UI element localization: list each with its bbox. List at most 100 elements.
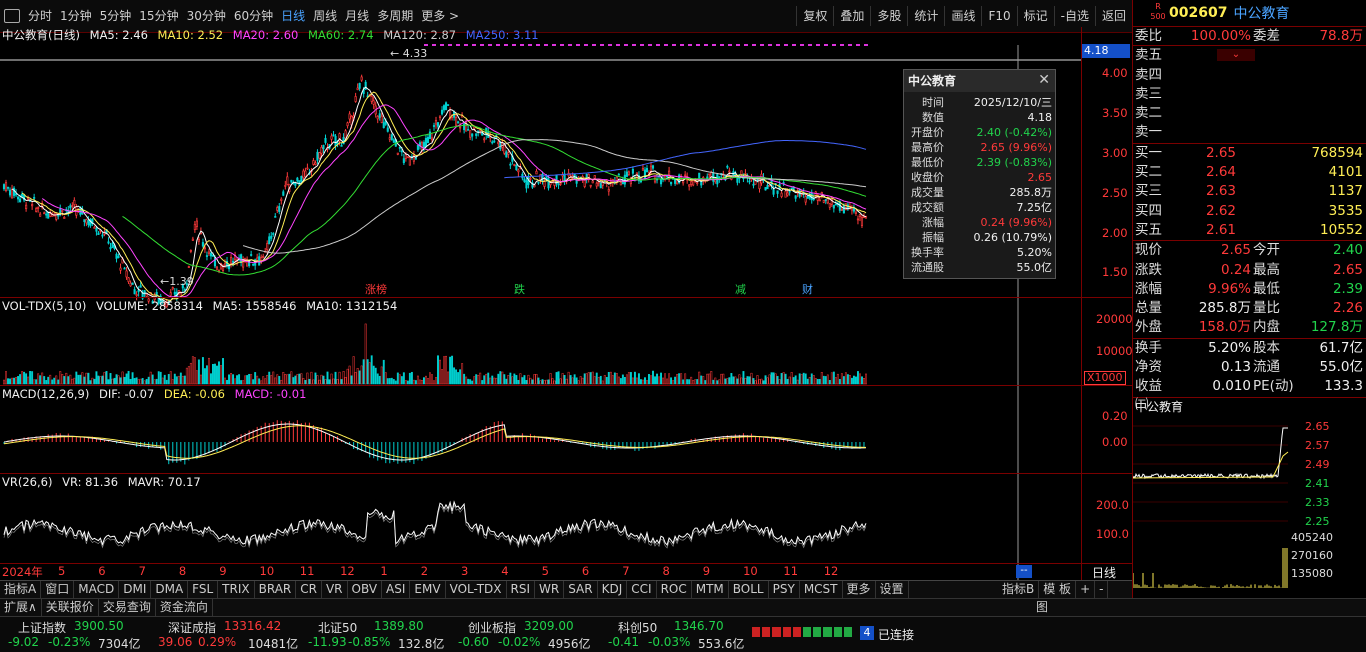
volume-bar <box>145 379 148 385</box>
index-name[interactable]: 科创50 <box>618 619 657 636</box>
index-name[interactable]: 深证成指 <box>168 619 216 636</box>
chart-tool-button[interactable]: 叠加 <box>833 6 870 26</box>
index-name[interactable]: 创业板指 <box>468 619 516 636</box>
chart-tool-button[interactable]: 返回 <box>1094 6 1132 26</box>
period-tab[interactable]: 更多 > <box>417 6 463 26</box>
indicator-tab[interactable]: 窗口 <box>41 581 75 598</box>
period-tab[interactable]: 分时 <box>24 6 56 26</box>
period-tab[interactable]: 5分钟 <box>96 6 136 26</box>
bottom-tab[interactable]: 交易查询 <box>99 599 156 616</box>
indicator-tab[interactable]: VR <box>322 581 348 598</box>
indicator-tab[interactable]: CCI <box>627 581 657 598</box>
volume-bar <box>9 378 11 385</box>
indicator-tab[interactable]: SAR <box>564 581 598 598</box>
indicator-tab[interactable]: DMA <box>151 581 189 598</box>
period-tab[interactable]: 15分钟 <box>135 6 182 26</box>
indicator-tab[interactable]: OBV <box>348 581 383 598</box>
chart-tool-button[interactable]: 统计 <box>907 6 944 26</box>
bottom-tab[interactable]: 关联报价 <box>42 599 99 616</box>
period-tab[interactable]: 60分钟 <box>230 6 277 26</box>
menu-square-icon[interactable] <box>4 9 20 23</box>
indicator-tab[interactable]: DMI <box>119 581 152 598</box>
volume-bar <box>794 375 797 385</box>
candle-body <box>312 160 315 165</box>
volume-bar <box>668 373 671 385</box>
signal-dot <box>768 44 772 46</box>
index-name[interactable]: 北证50 <box>318 619 357 636</box>
volume-bar <box>181 375 184 385</box>
volume-bar <box>650 375 652 385</box>
indicator-tab[interactable]: TRIX <box>218 581 255 598</box>
indicator-tab[interactable]: MCST <box>800 581 843 598</box>
period-tab[interactable]: 多周期 <box>373 6 417 26</box>
volume-bar <box>41 372 44 385</box>
chart-tool-button[interactable]: 复权 <box>796 6 833 26</box>
candle-body <box>583 179 586 187</box>
volume-bar <box>332 378 335 385</box>
indicator-tab[interactable]: WR <box>535 581 565 598</box>
indicator-right-button[interactable]: 模 板 <box>1039 581 1077 598</box>
candle-body <box>670 181 673 185</box>
indicator-tab[interactable]: BRAR <box>255 581 297 598</box>
period-tab[interactable]: 日线 <box>277 6 309 26</box>
period-tab[interactable]: 周线 <box>309 6 341 26</box>
bottom-right-label[interactable]: 图 <box>1032 599 1052 616</box>
volume-bar <box>71 378 74 385</box>
chart-tool-button[interactable]: F10 <box>981 6 1016 26</box>
candle-body <box>559 183 562 185</box>
index-name[interactable]: 上证指数 <box>18 619 66 636</box>
chart-tool-button[interactable]: 画线 <box>944 6 981 26</box>
period-tab[interactable]: 月线 <box>341 6 373 26</box>
indicator-tab[interactable]: PSY <box>769 581 800 598</box>
candle-body <box>256 257 259 261</box>
signal-dot <box>720 44 724 46</box>
chart-tool-button[interactable]: 标记 <box>1016 6 1054 26</box>
close-icon[interactable]: ✕ <box>1038 72 1050 88</box>
indicator-right-button[interactable]: - <box>1095 581 1109 598</box>
indicator-right-button[interactable]: 指标B <box>998 581 1040 598</box>
volume-bar <box>205 365 208 385</box>
volume-bar <box>589 372 592 385</box>
period-tab[interactable]: 1分钟 <box>56 6 96 26</box>
candle-body <box>463 123 466 131</box>
candle-body <box>440 109 444 115</box>
volume-bar <box>364 323 367 385</box>
macd-dea: DEA: -0.06 <box>163 387 225 401</box>
volume-bar <box>429 372 431 385</box>
volume-bar <box>382 359 385 385</box>
tooltip-key: 振幅 <box>922 231 944 244</box>
volume-bar <box>294 375 297 385</box>
scroll-marker[interactable]: -- <box>1016 565 1032 578</box>
volume-bar <box>702 376 705 385</box>
candle-body <box>195 220 198 227</box>
chart-tool-button[interactable]: 多股 <box>870 6 907 26</box>
indicator-tab[interactable]: 设置 <box>876 581 909 598</box>
indicator-tab[interactable]: 更多 <box>843 581 876 598</box>
indicator-tab[interactable]: KDJ <box>598 581 628 598</box>
volume-bar <box>497 373 500 385</box>
indicator-tab[interactable]: MACD <box>74 581 120 598</box>
indicator-tab[interactable]: CR <box>296 581 322 598</box>
indicator-tab[interactable]: 指标A <box>0 581 42 598</box>
indicator-tab[interactable]: RSI <box>507 581 536 598</box>
signal-dot <box>856 44 860 46</box>
chart-tool-button[interactable]: -自选 <box>1053 6 1095 26</box>
indicator-tab[interactable]: ROC <box>657 581 692 598</box>
bottom-tab[interactable]: 扩展∧ <box>0 599 42 616</box>
volume-bar <box>788 376 791 385</box>
volume-bar <box>752 378 755 385</box>
volume-bar <box>318 379 321 385</box>
indicator-tab[interactable]: VOL-TDX <box>446 581 507 598</box>
period-tab[interactable]: 30分钟 <box>183 6 230 26</box>
candle-body <box>631 168 634 174</box>
volume-bar <box>254 372 257 385</box>
indicator-tab[interactable]: ASI <box>382 581 411 598</box>
bottom-tab[interactable]: 资金流向 <box>156 599 213 616</box>
indicator-tab[interactable]: BOLL <box>729 581 769 598</box>
indicator-right-button[interactable]: + <box>1076 581 1096 598</box>
candle-body <box>109 246 112 250</box>
candle-body <box>416 144 419 150</box>
indicator-tab[interactable]: EMV <box>410 581 446 598</box>
indicator-tab[interactable]: FSL <box>188 581 219 598</box>
indicator-tab[interactable]: MTM <box>692 581 729 598</box>
